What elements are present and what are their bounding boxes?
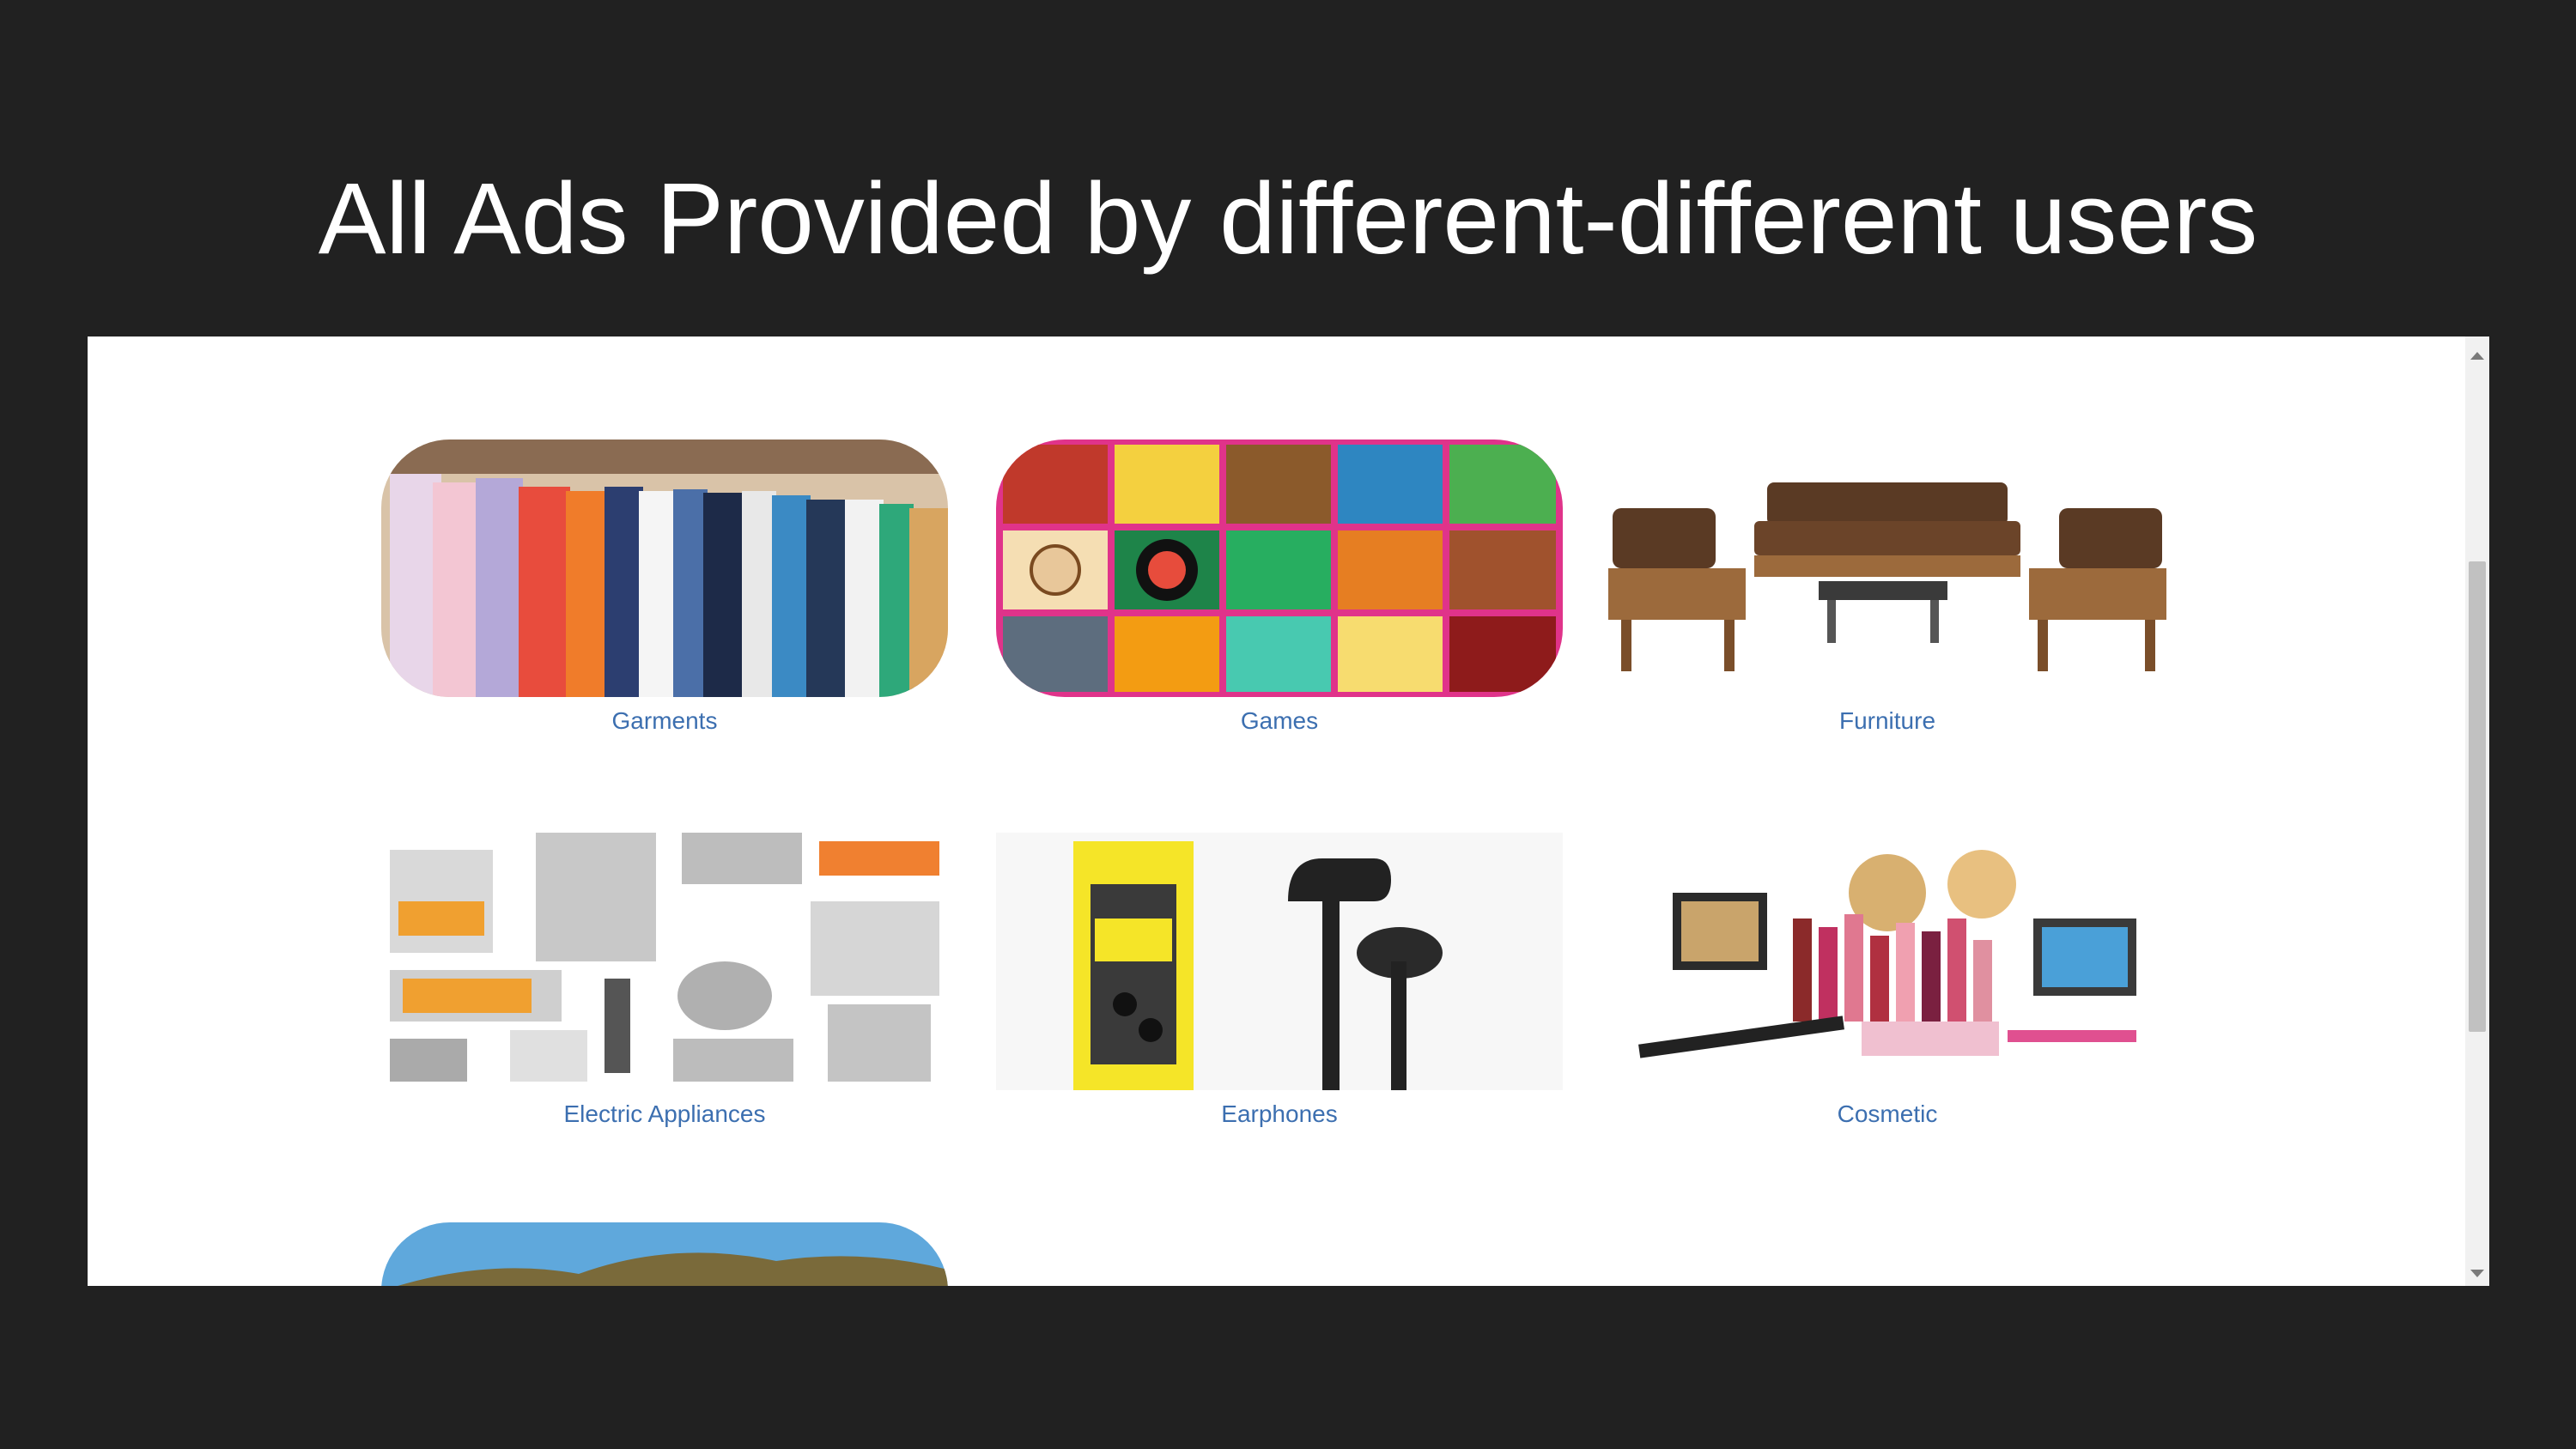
clothing-rack-image[interactable] xyxy=(381,440,948,697)
category-label[interactable]: Earphones xyxy=(996,1100,1563,1128)
category-label[interactable]: Electric Appliances xyxy=(381,1100,948,1128)
earphones-image[interactable] xyxy=(996,833,1563,1090)
browser-screenshot: Garments Games Furniture Electric Applia… xyxy=(88,336,2489,1286)
category-card-electric-appliances[interactable]: Electric Appliances xyxy=(381,833,948,1127)
category-card-cosmetic[interactable]: Cosmetic xyxy=(1604,833,2171,1127)
vertical-scrollbar[interactable] xyxy=(2465,336,2489,1286)
category-label[interactable]: Furniture xyxy=(1604,707,2171,735)
category-label[interactable]: Games xyxy=(996,707,1563,735)
category-card-games[interactable]: Games xyxy=(996,440,1563,734)
category-card-earphones[interactable]: Earphones xyxy=(996,833,1563,1127)
landscape-image[interactable] xyxy=(381,1222,948,1286)
category-label[interactable]: Cosmetic xyxy=(1604,1100,2171,1128)
sofa-set-image[interactable] xyxy=(1604,440,2171,697)
category-card-garments[interactable]: Garments xyxy=(381,440,948,734)
category-card-furniture[interactable]: Furniture xyxy=(1604,440,2171,734)
kitchen-appliances-image[interactable] xyxy=(381,833,948,1090)
scroll-up-icon[interactable] xyxy=(2470,352,2484,360)
scroll-thumb[interactable] xyxy=(2469,561,2486,1032)
scroll-down-icon[interactable] xyxy=(2470,1270,2484,1277)
makeup-products-image[interactable] xyxy=(1604,833,2171,1090)
slide-title: All Ads Provided by different-different … xyxy=(318,162,2258,276)
board-games-image[interactable] xyxy=(996,440,1563,697)
category-label[interactable]: Garments xyxy=(381,707,948,735)
